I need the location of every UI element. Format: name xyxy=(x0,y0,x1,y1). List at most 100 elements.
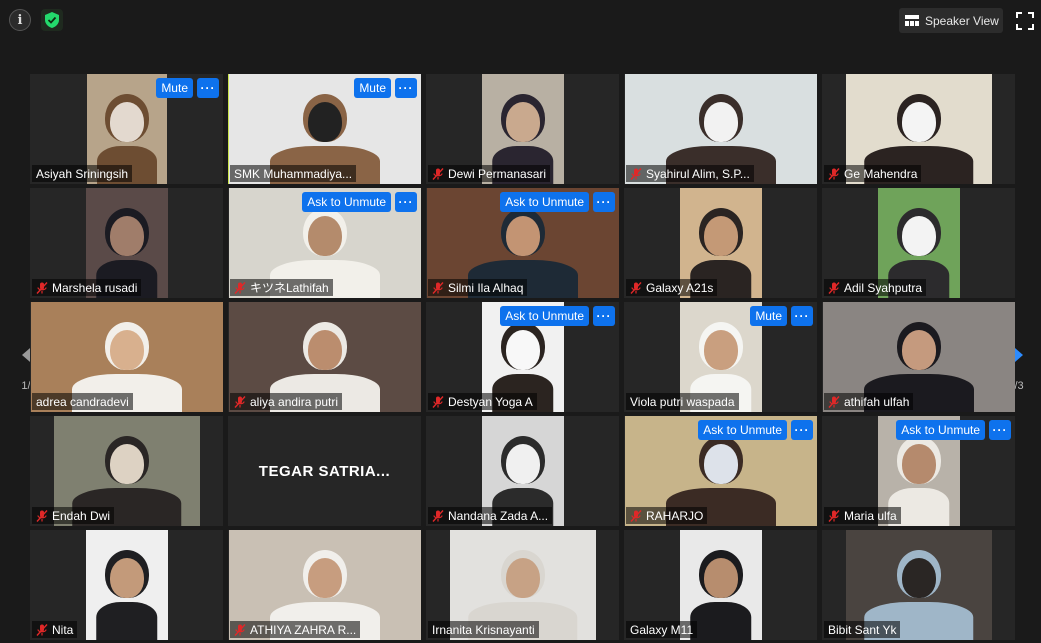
participant-tile[interactable]: Viola putri waspada Mute ··· xyxy=(624,302,817,412)
participant-name-label: Ge Mahendra xyxy=(824,165,922,182)
ask-to-unmute-button[interactable]: Ask to Unmute xyxy=(500,306,589,326)
participant-tile[interactable]: Silmi Ila Alhaq Ask to Unmute ··· xyxy=(426,188,619,298)
participant-tile[interactable]: Bibit Sant Yk xyxy=(822,530,1015,640)
participant-tile[interactable]: Ge Mahendra xyxy=(822,74,1015,184)
mic-muted-icon xyxy=(36,509,48,522)
mic-muted-icon xyxy=(828,281,840,294)
participant-name-label: Destyan Yoga A xyxy=(428,393,537,410)
participant-name: SMK Muhammadiya... xyxy=(234,166,353,181)
participant-name-label: RAHARJO xyxy=(626,507,708,524)
participant-name: Silmi Ila Alhaq xyxy=(448,280,524,295)
participant-name-label: aliya andira putri xyxy=(230,393,343,410)
mute-button[interactable]: Mute xyxy=(156,78,193,98)
participant-tile[interactable]: Dewi Permanasari xyxy=(426,74,619,184)
ask-to-unmute-button[interactable]: Ask to Unmute xyxy=(698,420,787,440)
participant-name-label: Galaxy M11 xyxy=(626,621,698,638)
more-options-button[interactable]: ··· xyxy=(989,420,1011,440)
participant-name: Destyan Yoga A xyxy=(448,394,533,409)
participant-tile[interactable]: Endah Dwi xyxy=(30,416,223,526)
participant-name: Marshela rusadi xyxy=(52,280,138,295)
mic-muted-icon xyxy=(432,167,444,180)
participant-name-label: Irnanita Krisnayanti xyxy=(428,621,539,638)
speaker-view-button[interactable]: Speaker View xyxy=(899,8,1003,33)
participant-name: adrea candradevi xyxy=(36,394,129,409)
more-options-button[interactable]: ··· xyxy=(593,192,615,212)
participant-name-label: Marshela rusadi xyxy=(32,279,142,296)
mic-muted-icon xyxy=(828,509,840,522)
participant-tile[interactable]: RAHARJO Ask to Unmute ··· xyxy=(624,416,817,526)
participant-name: Asiyah Sriningsih xyxy=(36,166,129,181)
participant-name: キツネLathifah xyxy=(250,281,329,295)
participant-tile[interactable]: Syahirul Alim, S.P... xyxy=(624,74,817,184)
participant-name-label: Silmi Ila Alhaq xyxy=(428,279,528,296)
more-options-button[interactable]: ··· xyxy=(395,192,417,212)
mic-muted-icon xyxy=(234,395,246,408)
participant-tile[interactable]: ATHIYA ZAHRA R... xyxy=(228,530,421,640)
mute-button[interactable]: Mute xyxy=(750,306,787,326)
participant-tile[interactable]: Maria ulfa Ask to Unmute ··· xyxy=(822,416,1015,526)
more-options-button[interactable]: ··· xyxy=(197,78,219,98)
security-shield-icon[interactable] xyxy=(41,9,63,31)
mic-muted-icon xyxy=(432,395,444,408)
participant-tile[interactable]: キツネLathifah Ask to Unmute ··· xyxy=(228,188,421,298)
mic-muted-icon xyxy=(432,509,444,522)
more-options-button[interactable]: ··· xyxy=(791,306,813,326)
mic-muted-icon xyxy=(36,623,48,636)
more-options-button[interactable]: ··· xyxy=(395,78,417,98)
participant-tile[interactable]: Irnanita Krisnayanti xyxy=(426,530,619,640)
participant-tile[interactable]: Galaxy M11 xyxy=(624,530,817,640)
participant-name: Endah Dwi xyxy=(52,508,111,523)
participant-tile[interactable]: Nandana Zada A... xyxy=(426,416,619,526)
participant-name: athifah ulfah xyxy=(844,394,910,409)
mic-muted-icon xyxy=(36,281,48,294)
participant-tile[interactable]: Nita xyxy=(30,530,223,640)
participant-name: Syahirul Alim, S.P... xyxy=(646,166,750,181)
participant-tile[interactable]: Asiyah Sriningsih Mute ··· xyxy=(30,74,223,184)
participant-tile[interactable]: Destyan Yoga A Ask to Unmute ··· xyxy=(426,302,619,412)
participant-name-label: adrea candradevi xyxy=(32,393,133,410)
participant-name-label: SMK Muhammadiya... xyxy=(230,165,357,182)
mic-muted-icon xyxy=(828,167,840,180)
participant-name-label: ATHIYA ZAHRA R... xyxy=(230,621,361,638)
ask-to-unmute-button[interactable]: Ask to Unmute xyxy=(302,192,391,212)
fullscreen-icon[interactable] xyxy=(1016,12,1034,30)
participant-tile[interactable]: Adil Syahputra xyxy=(822,188,1015,298)
video-gallery: Asiyah Sriningsih Mute ··· SMK Muhammadiya.… xyxy=(30,74,1015,640)
participant-tile[interactable]: adrea candradevi xyxy=(30,302,223,412)
participant-name: Adil Syahputra xyxy=(844,280,923,295)
mic-muted-icon xyxy=(234,281,246,294)
meeting-topbar: i Speaker View xyxy=(0,0,1041,40)
ask-to-unmute-button[interactable]: Ask to Unmute xyxy=(500,192,589,212)
speaker-view-icon xyxy=(905,14,919,26)
participant-tile[interactable]: Marshela rusadi xyxy=(30,188,223,298)
participant-name-label: Nandana Zada A... xyxy=(428,507,553,524)
ask-to-unmute-button[interactable]: Ask to Unmute xyxy=(896,420,985,440)
participant-name-label: Maria ulfa xyxy=(824,507,901,524)
mic-muted-icon xyxy=(234,623,246,636)
participant-name-label: Galaxy A21s xyxy=(626,279,718,296)
participant-name-label: Viola putri waspada xyxy=(626,393,739,410)
participant-tile[interactable]: TEGAR SATRIA... xyxy=(228,416,421,526)
participant-tile[interactable]: SMK Muhammadiya... Mute ··· xyxy=(228,74,421,184)
participant-name: Nandana Zada A... xyxy=(448,508,549,523)
participant-name: aliya andira putri xyxy=(250,394,339,409)
participant-tile[interactable]: athifah ulfah xyxy=(822,302,1015,412)
participant-tile[interactable]: aliya andira putri xyxy=(228,302,421,412)
participant-name-label: Syahirul Alim, S.P... xyxy=(626,165,754,182)
participant-name: Galaxy M11 xyxy=(630,622,694,637)
participant-name: Bibit Sant Yk xyxy=(828,622,897,637)
info-icon[interactable]: i xyxy=(9,9,31,31)
speaker-view-label: Speaker View xyxy=(925,13,999,28)
participant-tile[interactable]: Galaxy A21s xyxy=(624,188,817,298)
mic-muted-icon xyxy=(630,167,642,180)
participant-name: Maria ulfa xyxy=(844,508,897,523)
participant-name-label: Bibit Sant Yk xyxy=(824,621,901,638)
participant-name-label: Asiyah Sriningsih xyxy=(32,165,133,182)
mute-button[interactable]: Mute xyxy=(354,78,391,98)
mic-muted-icon xyxy=(828,395,840,408)
mic-muted-icon xyxy=(630,509,642,522)
participant-name-label: キツネLathifah xyxy=(230,279,333,296)
participant-name-label: Endah Dwi xyxy=(32,507,115,524)
more-options-button[interactable]: ··· xyxy=(593,306,615,326)
more-options-button[interactable]: ··· xyxy=(791,420,813,440)
